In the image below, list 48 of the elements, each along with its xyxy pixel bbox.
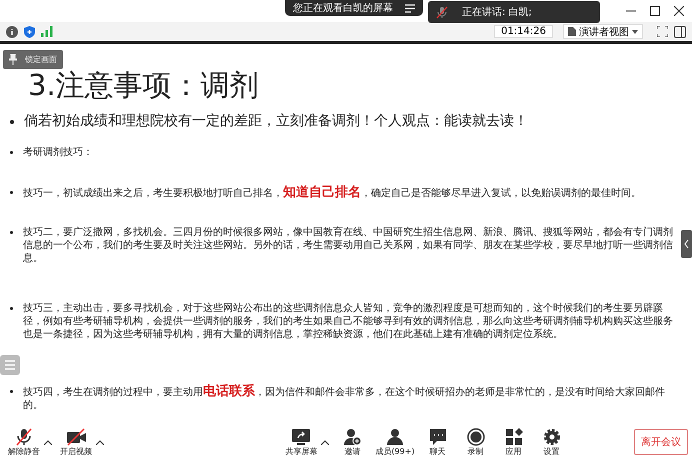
toolbar-button[interactable]: 共享屏幕: [281, 428, 322, 456]
meeting-timer: 01:14:26: [494, 25, 553, 38]
banner-text: 您正在观看白凯的屏幕: [293, 2, 393, 15]
bullet-icon: [10, 231, 13, 234]
sidebar-icon[interactable]: [674, 26, 686, 38]
invite-icon: [341, 428, 364, 446]
video-icon: [65, 428, 87, 446]
slide-bullet: 倘若初始成绩和理想院校有一定的差距，立刻准备调剂！个人观点：能读就去读！: [24, 112, 528, 130]
slide-title: 3.注意事项：调剂: [28, 68, 260, 102]
close-icon[interactable]: [674, 6, 684, 16]
share-icon: [290, 428, 312, 446]
caret-icon[interactable]: [44, 440, 52, 444]
document-icon: [568, 27, 576, 36]
pin-icon: [9, 54, 17, 65]
bullet-icon: [10, 191, 13, 194]
caret-icon[interactable]: [321, 440, 330, 444]
toolbar-button[interactable]: 录制: [456, 428, 495, 456]
shield-icon[interactable]: [24, 26, 35, 38]
speaking-text: 正在讲话: 白凯;: [462, 6, 532, 19]
caret-icon: [632, 30, 638, 34]
toolbar-button[interactable]: 成员(99+): [371, 428, 419, 456]
toolbar-button[interactable]: 邀请: [333, 428, 372, 456]
fullscreen-icon[interactable]: [657, 26, 668, 37]
bullet-icon: [10, 120, 14, 124]
members-icon: [384, 428, 406, 446]
leave-meeting-button[interactable]: 离开会议: [634, 429, 688, 455]
info-icon[interactable]: [6, 26, 18, 38]
bullet-icon: [10, 307, 13, 310]
toolbar-button[interactable]: 解除静音: [4, 428, 44, 456]
toolbar-button[interactable]: 应用: [494, 428, 533, 456]
slide-bullet: 技巧二，要广泛撒网，多找机会。三四月份的时候很多网站，像中国教育在线、中国研究生招生信息网、新浪、腾讯、搜狐等网站，都会有专门调剂信息的一个公布，我们的考生要及时关注这些网站。另外的话，考生需要动用自己关系网，如果有同学、朋友在某些学校，要尽早地打听一些调剂信息。: [23, 226, 674, 265]
toolbar-button[interactable]: 开启视频: [56, 428, 96, 456]
slide-bullet: 考研调剂技巧：: [23, 146, 93, 159]
bullet-icon: [10, 390, 13, 393]
menu-icon[interactable]: [405, 4, 415, 12]
slide-bullet: 技巧一，初试成绩出来之后，考生要积极地打听自己排名，知道自己排名，确定自己是否能够尽早进入复试，以免贻误调剂的最佳时间。: [23, 186, 641, 200]
muted-mic-icon: [436, 6, 448, 18]
maximize-icon[interactable]: [650, 6, 660, 16]
bullet-icon: [10, 151, 13, 154]
slide-bullet: 技巧三，主动出击，要多寻找机会，对于这些网站公布出的这些调剂信息众人皆知，竞争的激烈程度是可想而知的，这个时候我们的考生要另辟蹊径，例如有些考研辅导机构，会提供一些调剂的服务，我们的考生如果自己不能够寻到有效的调剂信息，那么向这些考研调剂辅导机构购买这些服务也是一条捷径，因为这些考研辅导机构，拥有大量的调剂信息，掌控稀缺资源，他们在此基础上建有准确的调剂定位系统。: [23, 302, 674, 341]
caret-icon[interactable]: [96, 440, 104, 444]
slide-bullet: 技巧四，考生在调剂的过程中，要主动用电话联系，因为信件和邮件会非常多，在这个时候研招办的老师是非常忙的，是没有时间给大家回邮件的。: [23, 385, 666, 412]
toolbar-button[interactable]: 设置: [532, 428, 571, 456]
record-icon: [464, 428, 487, 446]
view-menu[interactable]: 演讲者视图: [563, 24, 643, 39]
lock-view-button[interactable]: 锁定画面: [3, 50, 63, 69]
toolbar-button[interactable]: 聊天: [418, 428, 457, 456]
side-panel-handle[interactable]: [681, 230, 692, 258]
